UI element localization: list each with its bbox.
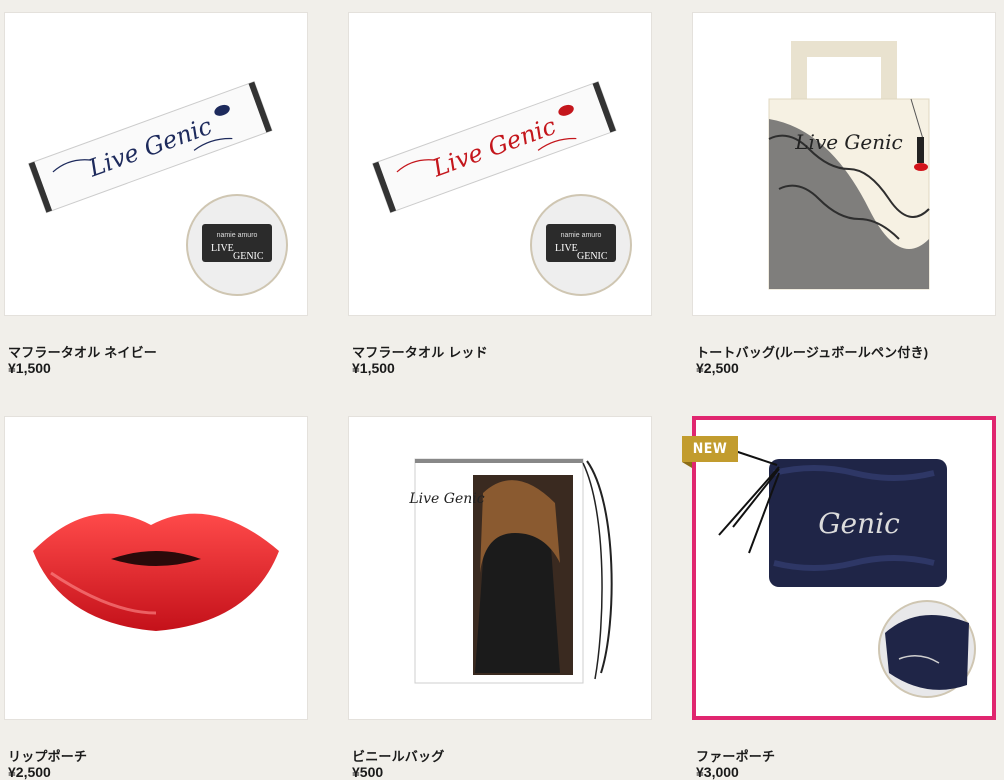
product-name[interactable]: マフラータオル レッド (352, 342, 488, 361)
new-badge: NEW (682, 436, 738, 462)
product-image-towel-red[interactable]: Live Genic namie amuro LIVE GENIC (355, 19, 645, 309)
svg-text:namie amuro: namie amuro (561, 232, 602, 239)
svg-text:GENIC: GENIC (577, 251, 608, 262)
product-name[interactable]: リップポーチ (8, 746, 87, 765)
svg-text:GENIC: GENIC (233, 251, 264, 262)
svg-text:LIVE: LIVE (555, 243, 578, 254)
product-name[interactable]: トートバッグ(ルージュボールペン付き) (696, 342, 928, 361)
product-name[interactable]: ビニールバッグ (352, 746, 444, 765)
product-name[interactable]: ファーポーチ (696, 746, 775, 765)
product-image-vinyl-bag[interactable]: Live Genic (355, 423, 645, 713)
badge-fold (682, 462, 692, 468)
svg-text:LIVE: LIVE (211, 243, 234, 254)
product-image-fur-pouch[interactable]: Genic (699, 423, 989, 713)
vinyl-script-text: Live Genic (408, 491, 484, 507)
product-image-towel-navy[interactable]: Live Genic namie amuro LIVE GENIC (11, 19, 301, 309)
tote-script-text: Live Genic (794, 130, 902, 154)
product-price: ¥1,500 (352, 360, 395, 376)
pouch-script-text: Genic (818, 507, 900, 540)
product-image-tote-bag[interactable]: Live Genic (699, 19, 989, 309)
product-image-lip-pouch[interactable] (11, 423, 301, 713)
product-price: ¥1,500 (8, 360, 51, 376)
product-name[interactable]: マフラータオル ネイビー (8, 342, 157, 361)
svg-text:namie amuro: namie amuro (217, 232, 258, 239)
product-price: ¥2,500 (696, 360, 739, 376)
